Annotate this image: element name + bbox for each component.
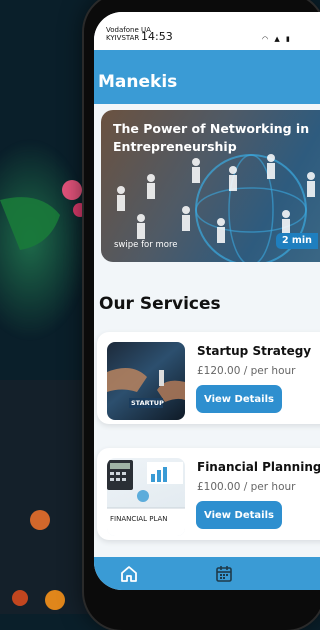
view-details-button[interactable]: View Details	[196, 501, 282, 529]
financial-image-label: FINANCIAL PLAN	[110, 515, 168, 523]
service-price: £120.00 / per hour	[197, 365, 296, 377]
status-time: 14:53	[141, 30, 173, 43]
hero-carousel-card[interactable]: The Power of Networking in Entrepreneurs…	[101, 110, 320, 262]
status-icons: ◠ ▲ ▮	[262, 35, 292, 43]
service-title: Startup Strategy	[197, 344, 312, 358]
bottom-nav	[94, 557, 320, 590]
service-title: Financial Planning	[197, 460, 320, 474]
status-bar: Vodafone UA KYIVSTAR 14:53 ◠ ▲ ▮	[94, 12, 320, 50]
startup-image-label: STARTUP	[131, 399, 164, 407]
calendar-icon[interactable]	[214, 564, 234, 584]
app-header: Manekis	[94, 50, 320, 104]
service-card[interactable]: STARTUP Startup Strategy £120.00 / per h…	[97, 332, 320, 424]
app-title: Manekis	[98, 72, 178, 92]
services-heading: Our Services	[99, 294, 221, 314]
financial-image: FINANCIAL PLAN	[107, 458, 185, 536]
swipe-hint: swipe for more	[114, 240, 178, 250]
service-price: £100.00 / per hour	[197, 481, 296, 493]
service-card[interactable]: FINANCIAL PLAN Financial Planning £100.0…	[97, 448, 320, 540]
battery-icon: ▮	[285, 35, 292, 43]
home-icon[interactable]	[119, 564, 139, 584]
read-time-badge: 2 min	[276, 233, 318, 249]
startup-image: STARTUP	[107, 342, 185, 420]
signal-icon: ▲	[274, 35, 282, 43]
hero-title: The Power of Networking in Entrepreneurs…	[113, 121, 310, 154]
view-details-button[interactable]: View Details	[196, 385, 282, 413]
wifi-icon: ◠	[262, 35, 271, 43]
app-screen: Vodafone UA KYIVSTAR 14:53 ◠ ▲ ▮ Manekis	[94, 12, 320, 590]
